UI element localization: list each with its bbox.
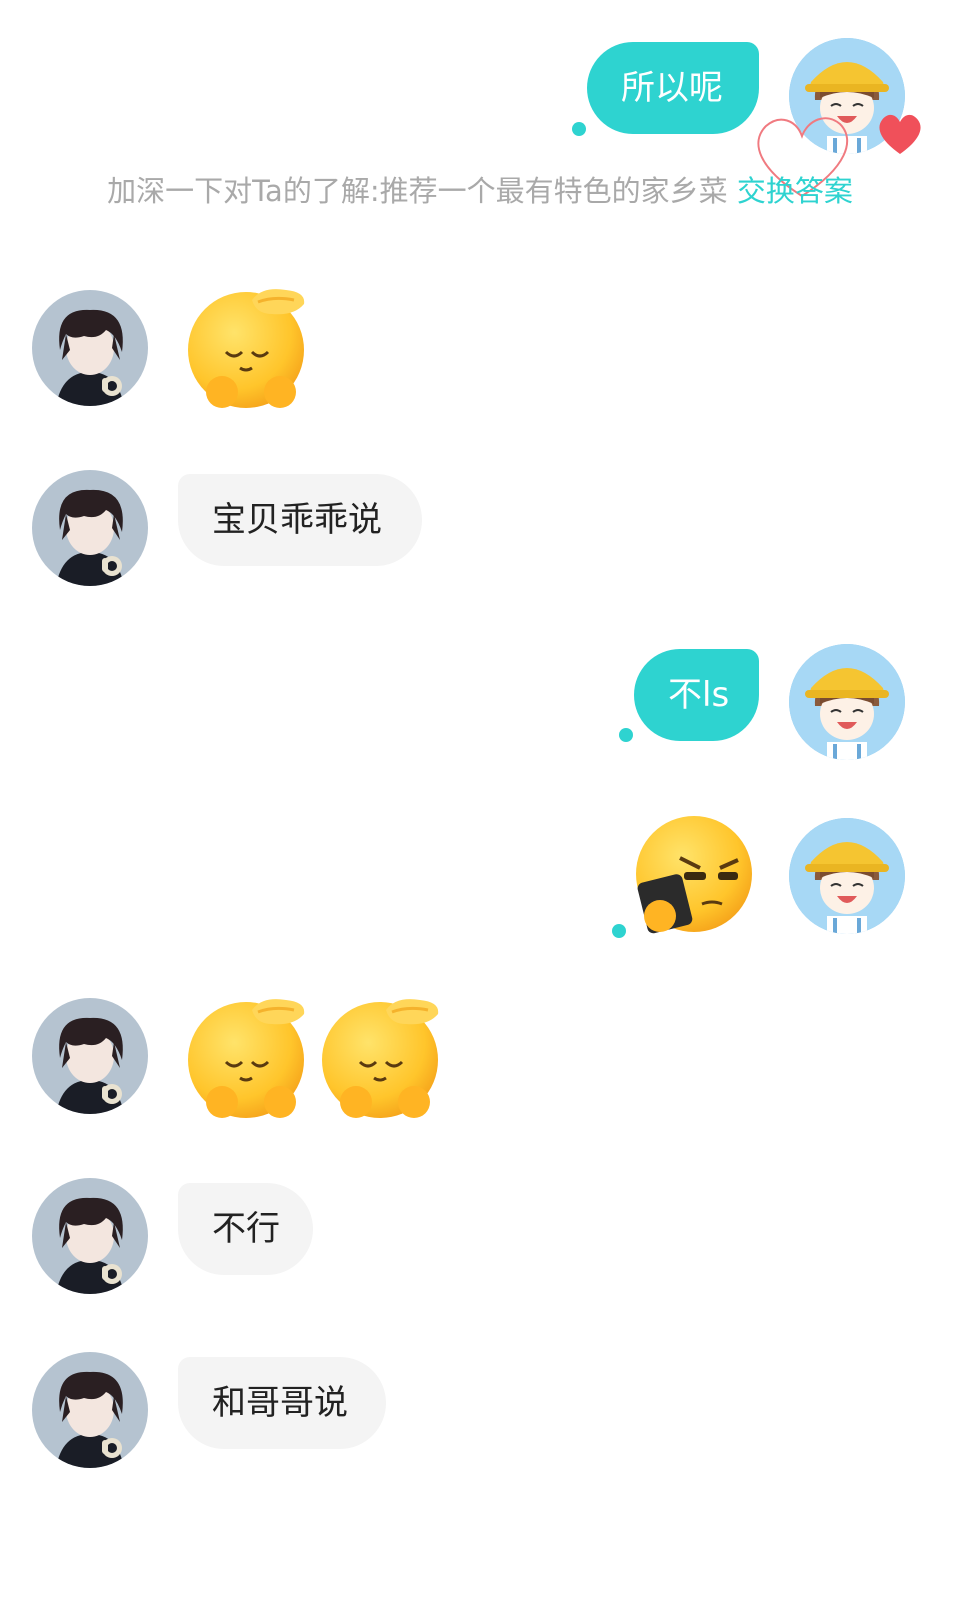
read-indicator-dot (572, 122, 586, 136)
their-message-bubble[interactable]: 和哥哥说 (178, 1357, 386, 1449)
boy-avatar-icon (32, 1352, 148, 1468)
boy-avatar-icon (32, 290, 148, 406)
boy-avatar-icon (32, 998, 148, 1114)
girl-avatar-icon (789, 644, 905, 760)
their-avatar[interactable] (32, 470, 148, 586)
boy-avatar-icon (32, 470, 148, 586)
system-prompt-text: 加深一下对Ta的了解:推荐一个最有特色的家乡菜 (107, 174, 728, 208)
my-avatar[interactable] (789, 644, 905, 760)
boy-avatar-icon (32, 1178, 148, 1294)
side-eye-phone-emoji[interactable] (624, 812, 756, 944)
my-message-bubble[interactable]: 所以呢 (587, 42, 759, 134)
their-message-bubble[interactable]: 宝贝乖乖说 (178, 474, 422, 566)
exchange-answer-link[interactable]: 交换答案 (737, 174, 853, 208)
system-prompt: 加深一下对Ta的了解:推荐一个最有特色的家乡菜 交换答案 (60, 172, 900, 210)
pat-head-emoji-icon (182, 280, 314, 412)
their-avatar[interactable] (32, 1352, 148, 1468)
heart-icon[interactable] (876, 112, 924, 156)
their-avatar[interactable] (32, 998, 148, 1114)
pat-head-emoji[interactable] (316, 990, 448, 1122)
my-avatar[interactable] (789, 818, 905, 934)
message-text: 不行 (212, 1209, 280, 1249)
message-text: 宝贝乖乖说 (212, 500, 382, 540)
read-indicator-dot (612, 924, 626, 938)
my-message-bubble[interactable]: 不ls (634, 649, 759, 741)
girl-avatar-icon (789, 818, 905, 934)
their-message-bubble[interactable]: 不行 (178, 1183, 313, 1275)
their-avatar[interactable] (32, 1178, 148, 1294)
message-text: 和哥哥说 (212, 1383, 348, 1423)
read-indicator-dot (619, 728, 633, 742)
pat-head-emoji[interactable] (182, 990, 314, 1122)
their-avatar[interactable] (32, 290, 148, 406)
pat-head-emoji-icon (182, 990, 314, 1122)
pat-head-emoji[interactable] (182, 280, 314, 412)
pat-head-emoji-icon (316, 990, 448, 1122)
message-text: 不ls (668, 675, 730, 715)
message-text: 所以呢 (621, 68, 723, 108)
side-eye-phone-emoji-icon (624, 812, 756, 944)
